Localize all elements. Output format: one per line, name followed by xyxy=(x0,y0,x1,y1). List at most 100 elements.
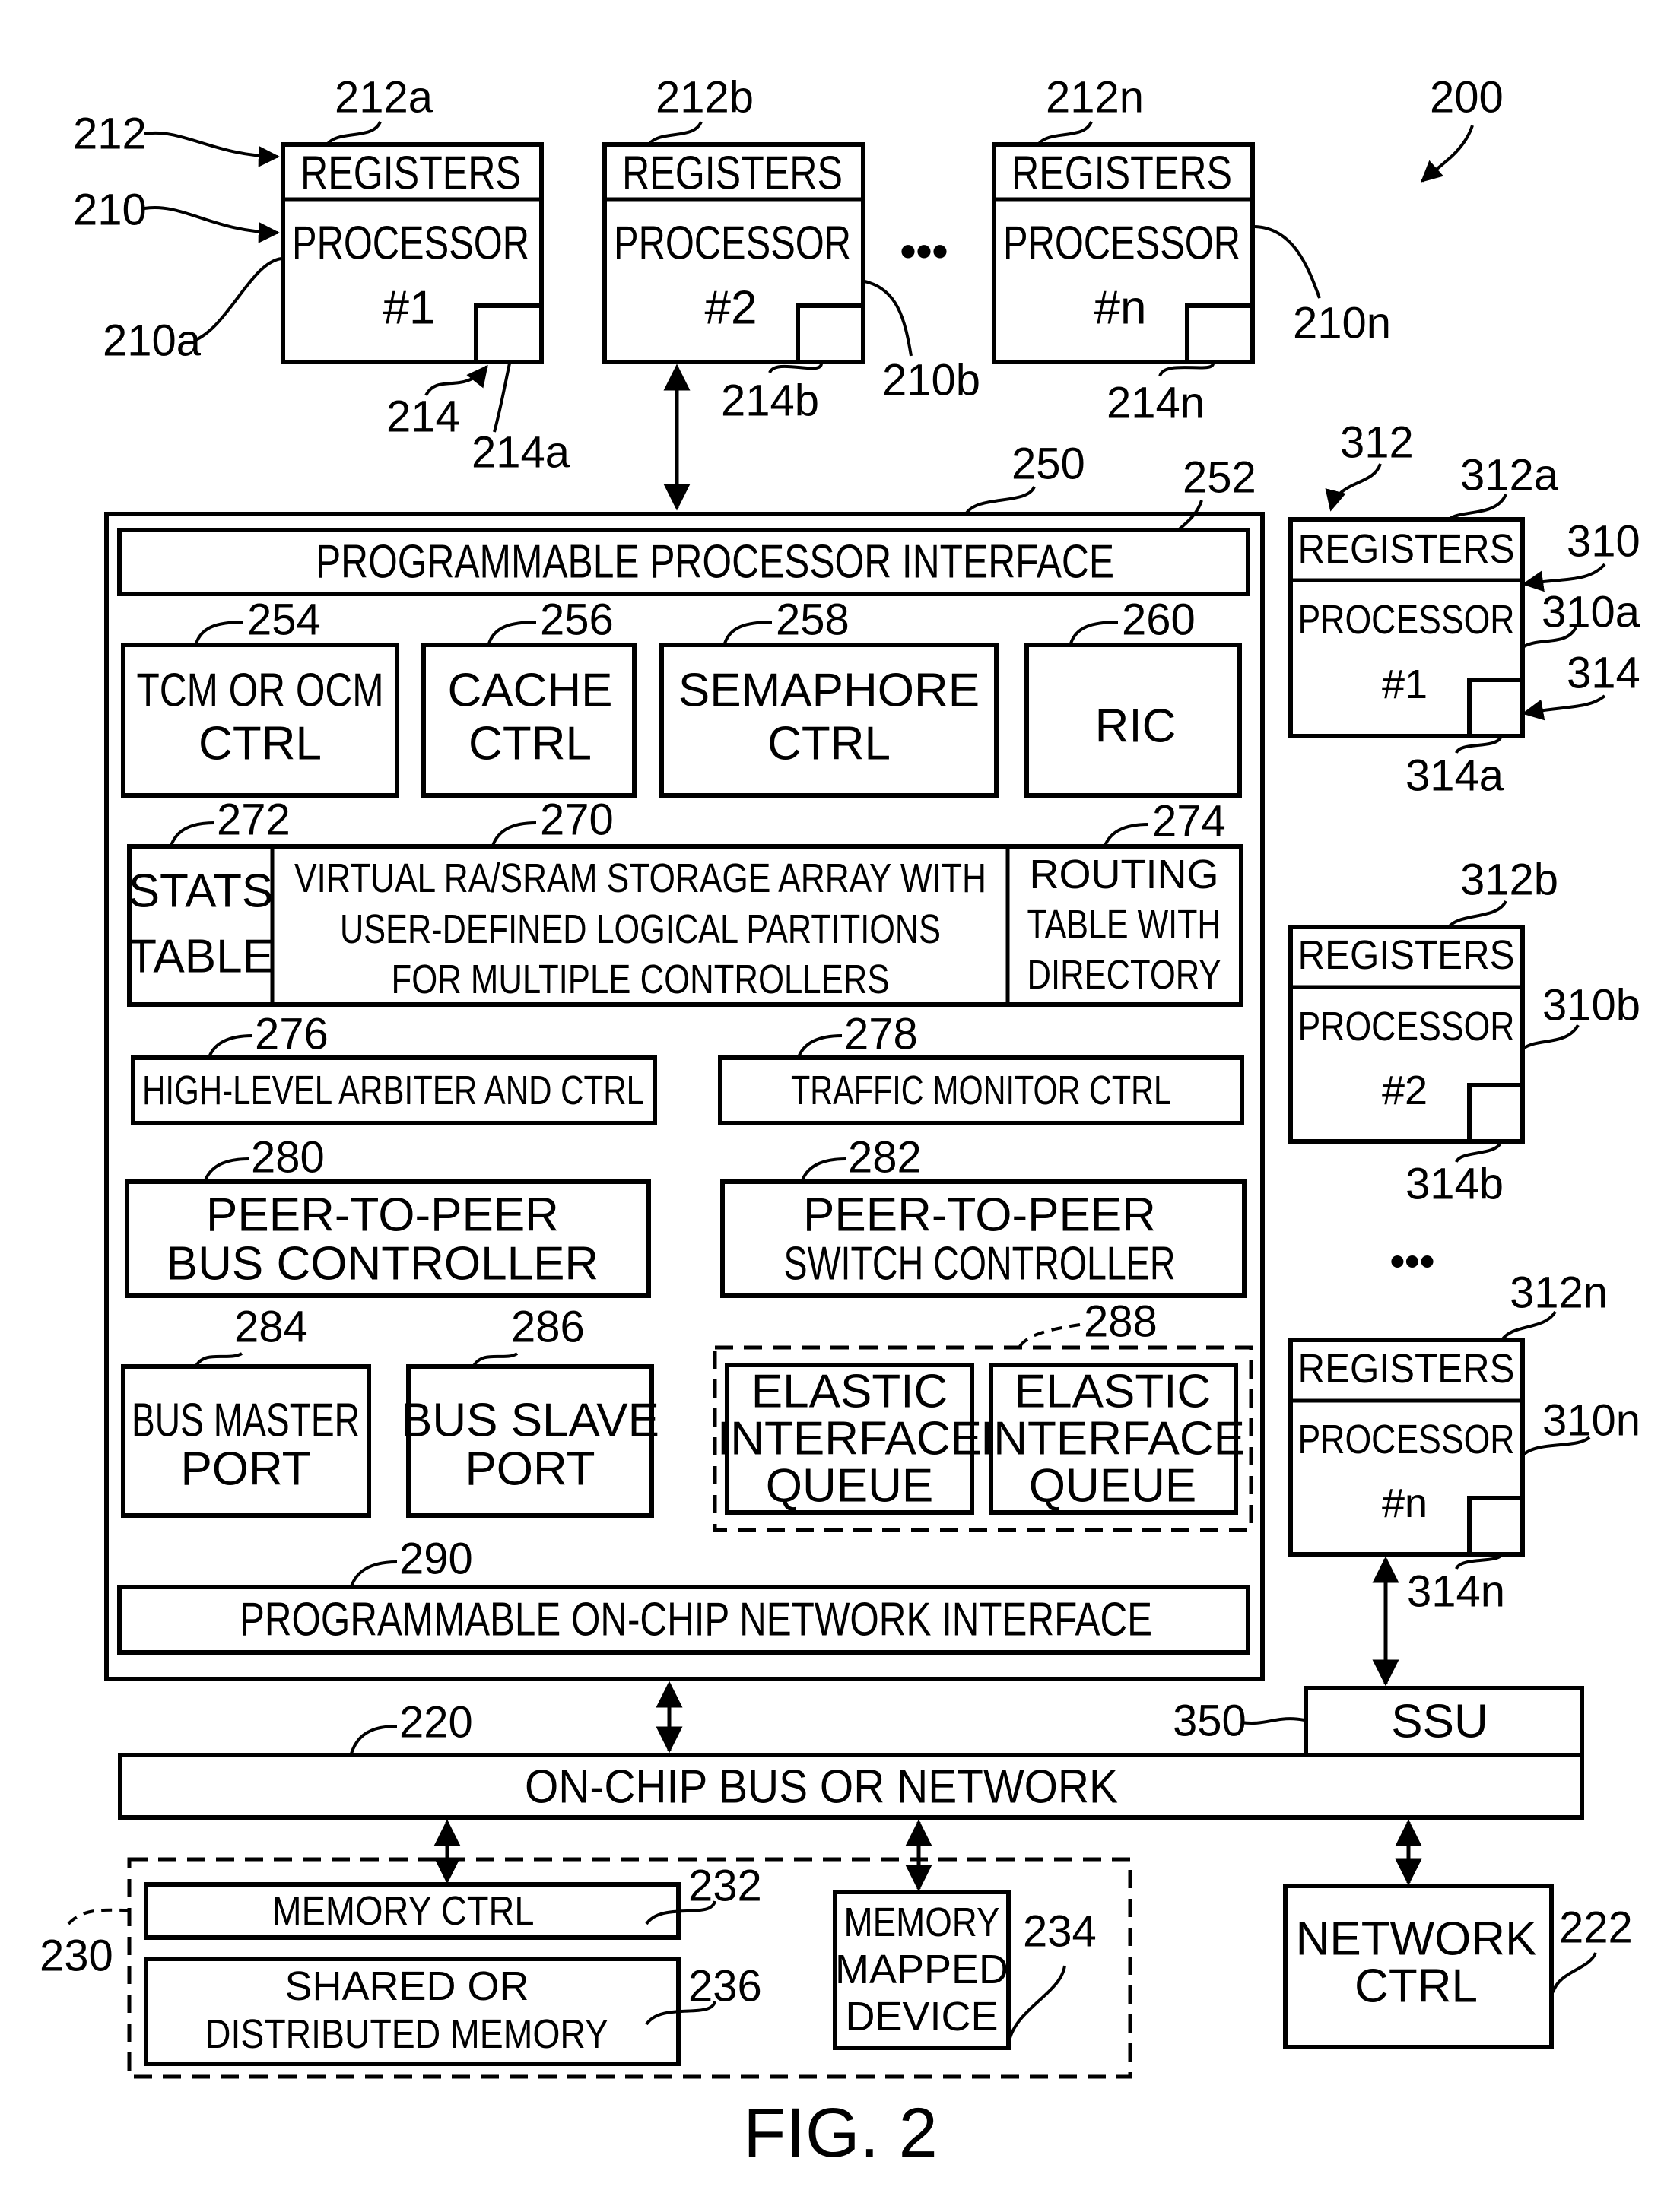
elastic-queue-2: ELASTIC INTERFACE QUEUE xyxy=(980,1363,1245,1515)
storage-array-label: FOR MULTIPLE CONTROLLERS xyxy=(392,957,890,1002)
ref-214n: 214n xyxy=(1107,379,1205,428)
fig2-diagram: 200 212 210 REGISTERS PROCESSOR #1 212a … xyxy=(40,73,1640,2173)
ref-212a: 212a xyxy=(335,73,433,122)
p2p-bus-controller: PEER-TO-PEER BUS CONTROLLER xyxy=(125,1179,651,1298)
memory-ctrl-label: MEMORY CTRL xyxy=(272,1888,535,1934)
ref-312a: 312a xyxy=(1460,451,1559,500)
registers-label: REGISTERS xyxy=(1011,148,1232,200)
memory-mapped-device-label: MEMORY xyxy=(844,1900,1000,1945)
svg-text:REGISTERS: REGISTERS xyxy=(1298,526,1515,572)
svg-text:RIC: RIC xyxy=(1095,700,1177,753)
ref-312b: 312b xyxy=(1460,855,1558,905)
svg-text:REGISTERS: REGISTERS xyxy=(1298,1346,1515,1392)
right-ellipsis: ••• xyxy=(1390,1237,1435,1285)
svg-text:PEER-TO-PEER: PEER-TO-PEER xyxy=(803,1189,1156,1242)
top-processor-n: REGISTERS PROCESSOR #n xyxy=(992,142,1255,364)
ref-236: 236 xyxy=(688,1962,762,2011)
svg-text:#2: #2 xyxy=(1382,1068,1428,1113)
memory-mapped-device-label: DEVICE xyxy=(845,1994,998,2039)
svg-text:PROCESSOR: PROCESSOR xyxy=(1298,597,1515,643)
ref-214a: 214a xyxy=(472,428,570,478)
elastic-queue-1: ELASTIC INTERFACE QUEUE xyxy=(717,1363,982,1515)
network-interface-label: PROGRAMMABLE ON-CHIP NETWORK INTERFACE xyxy=(240,1594,1152,1646)
arbiter-ctrl: HIGH-LEVEL ARBITER AND CTRL xyxy=(131,1055,657,1125)
processor-number: #n xyxy=(1094,282,1147,335)
processor-label: PROCESSOR xyxy=(614,217,851,270)
routing-table-label: TABLE WITH xyxy=(1027,902,1221,947)
ref-254: 254 xyxy=(247,595,321,645)
cache-box xyxy=(474,303,544,364)
bus-slave-port: BUS SLAVE PORT xyxy=(401,1364,659,1518)
shared-memory-label: SHARED OR xyxy=(284,1963,529,2009)
svg-text:PORT: PORT xyxy=(180,1443,310,1496)
ref-310n: 310n xyxy=(1542,1396,1640,1446)
p2p-switch-controller: PEER-TO-PEER SWITCH CONTROLLER xyxy=(720,1179,1247,1298)
network-ctrl-label: CTRL xyxy=(1354,1960,1478,2013)
ref-260: 260 xyxy=(1122,595,1196,645)
ref-212: 212 xyxy=(73,110,147,159)
bus-master-port: BUS MASTER PORT xyxy=(121,1364,371,1518)
svg-text:ELASTIC: ELASTIC xyxy=(1015,1366,1211,1418)
svg-text:TRAFFIC MONITOR CTRL: TRAFFIC MONITOR CTRL xyxy=(791,1068,1171,1113)
ref-284: 284 xyxy=(234,1303,308,1352)
ref-210b: 210b xyxy=(882,356,980,405)
ref-210n: 210n xyxy=(1293,299,1391,348)
routing-table-label: ROUTING xyxy=(1030,852,1219,897)
processor-label: PROCESSOR xyxy=(292,217,529,270)
ref-270: 270 xyxy=(540,795,614,845)
ref-290: 290 xyxy=(399,1535,473,1584)
storage-array-label: VIRTUAL RA/SRAM STORAGE ARRAY WITH xyxy=(294,855,986,901)
ref-312: 312 xyxy=(1340,418,1414,468)
ref-212-arrow xyxy=(144,131,280,167)
ref-214: 214 xyxy=(386,392,460,442)
on-chip-bus-label: ON-CHIP BUS OR NETWORK xyxy=(525,1761,1118,1814)
svg-text:PORT: PORT xyxy=(465,1443,595,1496)
shared-memory-label: DISTRIBUTED MEMORY xyxy=(205,2011,608,2057)
ref-200-arrow xyxy=(1420,125,1474,183)
svg-text:#1: #1 xyxy=(1382,662,1428,707)
storage-array-label: USER-DEFINED LOGICAL PARTITIONS xyxy=(340,906,941,952)
ref-280: 280 xyxy=(251,1133,325,1182)
figure-caption: FIG. 2 xyxy=(743,2094,938,2172)
tcm-ocm-ctrl: TCM OR OCM CTRL xyxy=(121,643,399,798)
ref-214b: 214b xyxy=(721,376,819,426)
ref-286: 286 xyxy=(511,1303,585,1352)
cache-box xyxy=(1467,678,1525,738)
storage-row: STATS TABLE VIRTUAL RA/SRAM STORAGE ARRA… xyxy=(127,844,1243,1007)
svg-text:PEER-TO-PEER: PEER-TO-PEER xyxy=(206,1189,559,1242)
ref-230: 230 xyxy=(40,1931,113,1981)
ref-256: 256 xyxy=(540,595,614,645)
cache-box xyxy=(1185,303,1255,364)
right-processor-2: REGISTERS PROCESSOR #2 xyxy=(1288,925,1525,1144)
ref-252: 252 xyxy=(1183,453,1256,503)
ref-220: 220 xyxy=(399,1698,473,1747)
ssu-label: SSU xyxy=(1391,1696,1488,1748)
ref-250: 250 xyxy=(1011,440,1085,489)
svg-text:INTERFACE: INTERFACE xyxy=(980,1413,1245,1465)
svg-text:CTRL: CTRL xyxy=(767,718,891,770)
top-processor-1: REGISTERS PROCESSOR #1 xyxy=(281,142,544,364)
ref-222: 222 xyxy=(1559,1903,1633,1953)
traffic-monitor-ctrl: TRAFFIC MONITOR CTRL xyxy=(718,1055,1244,1125)
ref-288: 288 xyxy=(1084,1297,1158,1347)
ref-234: 234 xyxy=(1023,1907,1097,1957)
svg-text:BUS CONTROLLER: BUS CONTROLLER xyxy=(167,1238,599,1290)
ref-350: 350 xyxy=(1173,1697,1247,1746)
ref-314: 314 xyxy=(1567,649,1640,698)
registers-label: REGISTERS xyxy=(622,148,843,200)
ref-314n: 314n xyxy=(1407,1567,1505,1617)
svg-text:HIGH-LEVEL ARBITER AND CTRL: HIGH-LEVEL ARBITER AND CTRL xyxy=(142,1068,644,1113)
ref-314b: 314b xyxy=(1405,1160,1504,1209)
ref-210a: 210a xyxy=(103,316,202,366)
svg-text:CTRL: CTRL xyxy=(198,718,322,770)
cache-box xyxy=(1467,1496,1525,1557)
ref-210: 210 xyxy=(73,186,147,235)
cache-box xyxy=(796,303,865,364)
svg-text:BUS MASTER: BUS MASTER xyxy=(132,1395,360,1447)
svg-text:QUEUE: QUEUE xyxy=(1029,1460,1196,1512)
processor-interface-label: PROGRAMMABLE PROCESSOR INTERFACE xyxy=(316,536,1114,589)
top-ellipsis: ••• xyxy=(900,226,948,277)
svg-text:CACHE: CACHE xyxy=(447,665,612,717)
processor-label: PROCESSOR xyxy=(1003,217,1240,270)
routing-table-label: DIRECTORY xyxy=(1027,952,1221,998)
